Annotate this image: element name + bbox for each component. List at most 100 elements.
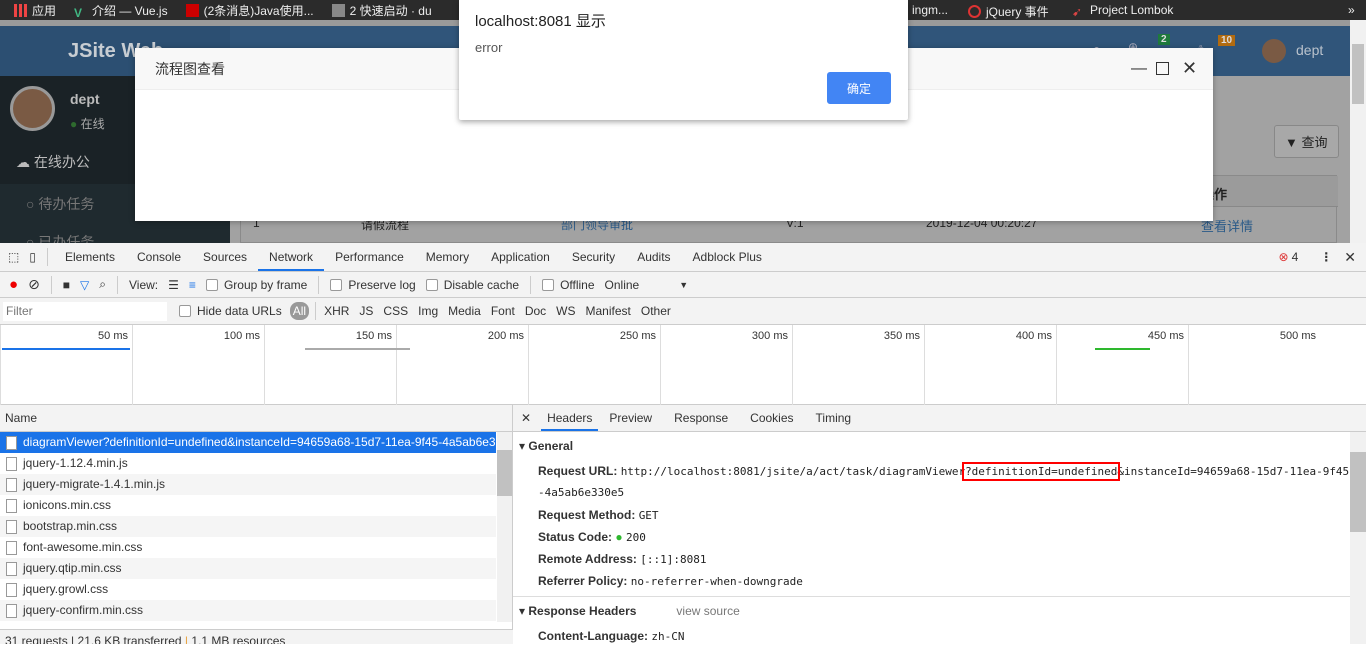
error-count[interactable]: 4: [1292, 250, 1299, 264]
request-list-panel: Name diagramViewer?definitionId=undefine…: [0, 405, 513, 644]
tab-console[interactable]: Console: [126, 243, 192, 271]
close-details-icon[interactable]: ✕: [513, 411, 541, 425]
minimize-icon[interactable]: —: [1131, 60, 1147, 78]
inspect-icon[interactable]: ⬚: [8, 250, 19, 264]
timeline-bar: [305, 348, 410, 350]
notifications-badge: 10: [1218, 35, 1236, 46]
record-icon[interactable]: ●: [9, 276, 18, 293]
tab-audits[interactable]: Audits: [626, 243, 681, 271]
bookmark-truncated[interactable]: ingm...: [912, 3, 948, 17]
error-icon[interactable]: ⊗: [1279, 250, 1289, 264]
more-bookmarks-icon[interactable]: »: [1348, 3, 1355, 17]
request-list-scrollbar[interactable]: [497, 432, 512, 622]
timeline-tick: 50 ms: [0, 325, 132, 405]
document-icon: [6, 583, 17, 597]
tab-timing[interactable]: Timing: [805, 405, 863, 431]
bookmark-jquery[interactable]: jQuery 事件: [968, 3, 1049, 20]
view-label: View:: [129, 277, 159, 292]
response-headers-toggle[interactable]: ▾ Response Headers view source: [513, 597, 1366, 625]
user-avatar: [10, 86, 55, 131]
tab-headers[interactable]: Headers: [541, 405, 599, 431]
query-button[interactable]: ▼ 查询: [1274, 125, 1339, 158]
throttling-select[interactable]: Online ▼: [605, 278, 689, 292]
tab-preview[interactable]: Preview: [598, 405, 663, 431]
search-icon[interactable]: ⌕: [99, 277, 106, 292]
screenshot-camera-icon[interactable]: ■: [63, 278, 70, 292]
network-overview-timeline[interactable]: 50 ms 100 ms 150 ms 200 ms 250 ms 300 ms 350 m…: [0, 325, 1366, 405]
request-row[interactable]: jquery-migrate-1.4.1.min.js: [0, 474, 496, 495]
tab-elements[interactable]: Elements: [54, 243, 126, 271]
header-username[interactable]: dept: [1296, 42, 1323, 58]
disable-cache-checkbox[interactable]: Disable cache: [425, 278, 519, 292]
tab-application[interactable]: Application: [480, 243, 561, 271]
group-by-frame-checkbox[interactable]: Group by frame: [205, 278, 307, 292]
request-row[interactable]: jquery-1.12.4.min.js: [0, 453, 496, 474]
request-row[interactable]: jquery.qtip.min.css: [0, 558, 496, 579]
request-row[interactable]: jquery-confirm.min.css: [0, 600, 496, 621]
type-img[interactable]: Img: [418, 304, 438, 318]
status-code: Status Code: ● 200: [538, 530, 646, 544]
request-row[interactable]: bootstrap.min.css: [0, 516, 496, 537]
page-scrollbar[interactable]: [1350, 20, 1366, 243]
preserve-log-checkbox[interactable]: Preserve log: [330, 278, 416, 292]
timeline-tick: 300 ms: [660, 325, 792, 405]
tab-memory[interactable]: Memory: [415, 243, 480, 271]
type-js[interactable]: JS: [359, 304, 373, 318]
type-all[interactable]: All: [289, 302, 310, 320]
document-icon: [6, 478, 17, 492]
type-ws[interactable]: WS: [556, 304, 575, 318]
bookmark-docs[interactable]: 2 快速启动 · du: [331, 2, 432, 19]
type-font[interactable]: Font: [491, 304, 515, 318]
type-manifest[interactable]: Manifest: [586, 304, 631, 318]
timeline-tick: 100 ms: [132, 325, 264, 405]
tab-performance[interactable]: Performance: [324, 243, 415, 271]
bookmark-csdn[interactable]: (2条消息)Java使用...: [185, 2, 314, 19]
cloud-icon: ☁: [16, 154, 34, 170]
close-devtools-icon[interactable]: ✕: [1344, 249, 1356, 266]
sidebar-item-done[interactable]: ○ 已办任务: [0, 222, 230, 243]
type-media[interactable]: Media: [448, 304, 481, 318]
tab-sources[interactable]: Sources: [192, 243, 258, 271]
request-row[interactable]: font-awesome.min.css: [0, 537, 496, 558]
type-other[interactable]: Other: [641, 304, 671, 318]
online-status: ● 在线: [70, 117, 105, 131]
request-row[interactable]: ionicons.min.css: [0, 495, 496, 516]
devtools: ⬚ ▯ Elements Console Sources Network Per…: [0, 243, 1366, 644]
timeline-tick: 450 ms: [1056, 325, 1188, 405]
request-method: Request Method: GET: [538, 508, 659, 522]
bookmark-apps[interactable]: 应用: [14, 2, 56, 19]
type-xhr[interactable]: XHR: [324, 304, 349, 318]
device-toolbar-icon[interactable]: ▯: [29, 250, 36, 264]
name-column-header[interactable]: Name: [0, 405, 512, 432]
filter-icon[interactable]: ▽: [80, 278, 89, 292]
request-row[interactable]: jquery.growl.css: [0, 579, 496, 600]
tab-response[interactable]: Response: [663, 405, 739, 431]
close-icon[interactable]: ✕: [1182, 58, 1197, 79]
tab-network[interactable]: Network: [258, 243, 325, 271]
clear-icon[interactable]: ⊘: [28, 276, 40, 293]
offline-checkbox[interactable]: Offline: [542, 278, 595, 292]
tab-security[interactable]: Security: [561, 243, 626, 271]
large-rows-icon[interactable]: ☰: [168, 278, 179, 292]
general-section-toggle[interactable]: ▾ General: [513, 432, 1366, 460]
maximize-icon[interactable]: [1156, 62, 1169, 75]
tab-adblock[interactable]: Adblock Plus: [682, 243, 773, 271]
request-details-panel: ✕ Headers Preview Response Cookies Timin…: [513, 405, 1366, 644]
details-scrollbar[interactable]: [1350, 432, 1366, 644]
document-icon: [6, 604, 17, 618]
filter-input[interactable]: [3, 301, 167, 321]
type-doc[interactable]: Doc: [525, 304, 546, 318]
bookmark-lombok[interactable]: ➹ Project Lombok: [1072, 3, 1173, 19]
view-source-link[interactable]: view source: [676, 604, 739, 618]
more-menu-icon[interactable]: ⋮: [1320, 250, 1332, 264]
header-avatar[interactable]: [1262, 39, 1286, 63]
bookmark-vue[interactable]: V 介绍 — Vue.js: [74, 2, 168, 20]
waterfall-icon[interactable]: ≡: [189, 278, 196, 292]
hide-data-urls-checkbox[interactable]: Hide data URLs: [179, 304, 282, 318]
tab-cookies[interactable]: Cookies: [739, 405, 804, 431]
request-row[interactable]: diagramViewer?definitionId=undefined&ins…: [0, 432, 496, 453]
book-icon: [331, 3, 345, 17]
type-css[interactable]: CSS: [383, 304, 408, 318]
alert-ok-button[interactable]: 确定: [827, 72, 891, 104]
messages-badge: 2: [1158, 34, 1170, 45]
